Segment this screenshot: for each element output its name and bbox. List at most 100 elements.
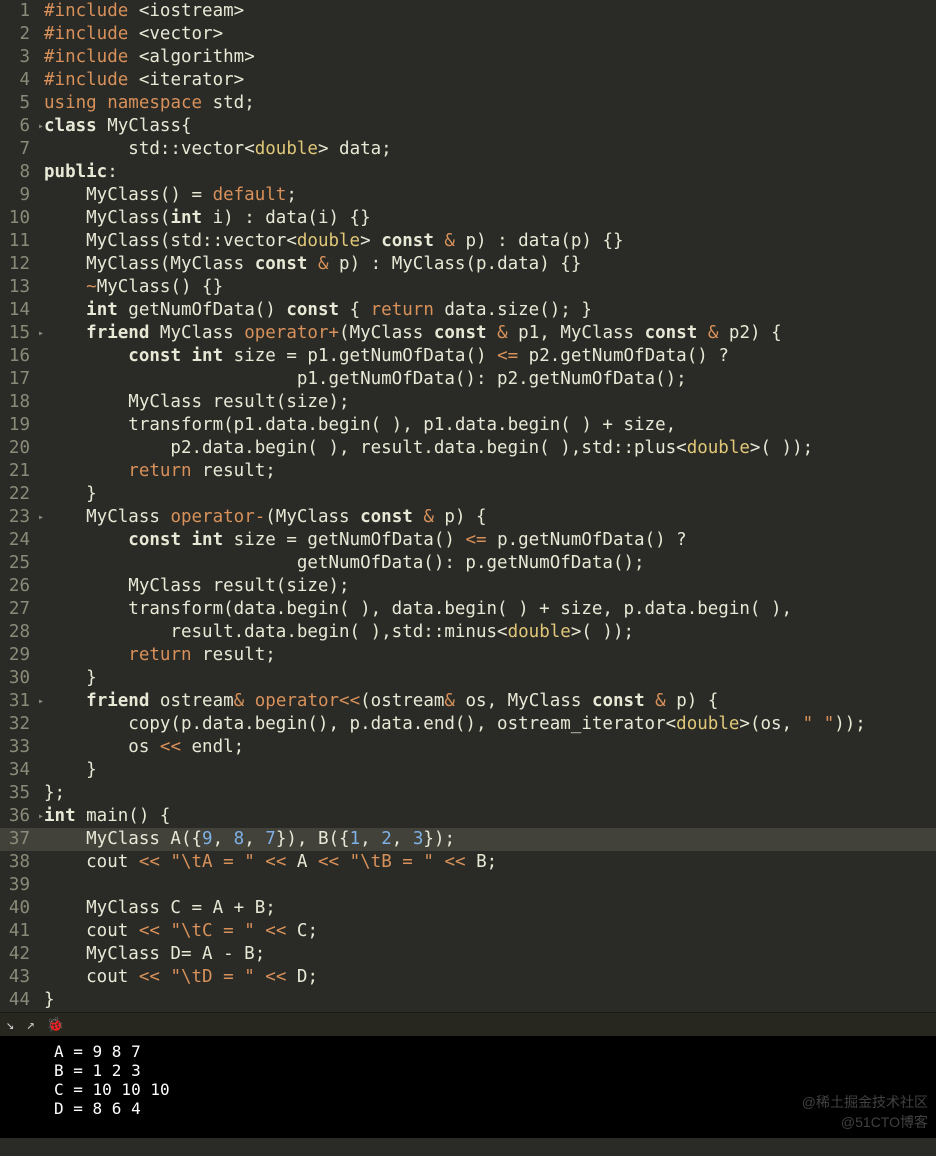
code-line[interactable]: 5using namespace std; xyxy=(0,92,936,115)
code-line[interactable]: 3#include <algorithm> xyxy=(0,46,936,69)
code-line[interactable]: 10 MyClass(int i) : data(i) {} xyxy=(0,207,936,230)
code-line[interactable]: 28 result.data.begin( ),std::minus<doubl… xyxy=(0,621,936,644)
code-content[interactable]: transform(p1.data.begin( ), p1.data.begi… xyxy=(44,414,936,437)
code-line[interactable]: 7 std::vector<double> data; xyxy=(0,138,936,161)
code-line[interactable]: 36▸int main() { xyxy=(0,805,936,828)
code-content[interactable]: } xyxy=(44,483,936,506)
code-line[interactable]: 27 transform(data.begin( ), data.begin( … xyxy=(0,598,936,621)
line-number: 28 xyxy=(0,621,38,644)
code-content[interactable]: MyClass operator-(MyClass const & p) { xyxy=(44,506,936,529)
code-content[interactable] xyxy=(44,874,936,897)
code-content[interactable]: cout << "\tD = " << D; xyxy=(44,966,936,989)
code-line[interactable]: 22 } xyxy=(0,483,936,506)
code-content[interactable]: friend MyClass operator+(MyClass const &… xyxy=(44,322,936,345)
line-number: 4 xyxy=(0,69,38,92)
code-content[interactable]: MyClass result(size); xyxy=(44,575,936,598)
line-number: 30 xyxy=(0,667,38,690)
code-content[interactable]: result.data.begin( ),std::minus<double>(… xyxy=(44,621,936,644)
code-content[interactable]: class MyClass{ xyxy=(44,115,936,138)
collapse-icon[interactable]: ↘ xyxy=(6,1017,14,1033)
code-line[interactable]: 33 os << endl; xyxy=(0,736,936,759)
code-line[interactable]: 18 MyClass result(size); xyxy=(0,391,936,414)
code-content[interactable]: MyClass result(size); xyxy=(44,391,936,414)
code-line[interactable]: 14 int getNumOfData() const { return dat… xyxy=(0,299,936,322)
code-line[interactable]: 21 return result; xyxy=(0,460,936,483)
code-content[interactable]: return result; xyxy=(44,460,936,483)
code-content[interactable]: transform(data.begin( ), data.begin( ) +… xyxy=(44,598,936,621)
code-content[interactable]: MyClass(MyClass const & p) : MyClass(p.d… xyxy=(44,253,936,276)
code-line[interactable]: 25 getNumOfData(): p.getNumOfData(); xyxy=(0,552,936,575)
line-number: 37 xyxy=(0,828,38,851)
code-content[interactable]: copy(p.data.begin(), p.data.end(), ostre… xyxy=(44,713,936,736)
code-editor[interactable]: 1#include <iostream>2 #include <vector>3#… xyxy=(0,0,936,1012)
code-content[interactable]: p1.getNumOfData(): p2.getNumOfData(); xyxy=(44,368,936,391)
code-line[interactable]: 35}; xyxy=(0,782,936,805)
code-content[interactable]: using namespace std; xyxy=(44,92,936,115)
code-content[interactable]: p2.data.begin( ), result.data.begin( ),s… xyxy=(44,437,936,460)
code-line[interactable]: 11 MyClass(std::vector<double> const & p… xyxy=(0,230,936,253)
code-content[interactable]: MyClass A({9, 8, 7}), B({1, 2, 3}); xyxy=(44,828,936,851)
code-content[interactable]: friend ostream& operator<<(ostream& os, … xyxy=(44,690,936,713)
code-line[interactable]: 19 transform(p1.data.begin( ), p1.data.b… xyxy=(0,414,936,437)
code-line[interactable]: 43 cout << "\tD = " << D; xyxy=(0,966,936,989)
code-content[interactable]: } xyxy=(44,989,936,1012)
code-line[interactable]: 26 MyClass result(size); xyxy=(0,575,936,598)
code-line[interactable]: 31▸ friend ostream& operator<<(ostream& … xyxy=(0,690,936,713)
code-line[interactable]: 20 p2.data.begin( ), result.data.begin( … xyxy=(0,437,936,460)
code-line[interactable]: 30 } xyxy=(0,667,936,690)
code-line[interactable]: 40 MyClass C = A + B; xyxy=(0,897,936,920)
code-content[interactable]: }; xyxy=(44,782,936,805)
code-line[interactable]: 23▸ MyClass operator-(MyClass const & p)… xyxy=(0,506,936,529)
bug-icon[interactable]: 🐞 xyxy=(47,1017,64,1033)
code-content[interactable]: } xyxy=(44,667,936,690)
code-line[interactable]: 38 cout << "\tA = " << A << "\tB = " << … xyxy=(0,851,936,874)
code-content[interactable]: #include <iterator> xyxy=(44,69,936,92)
code-line[interactable]: 39 xyxy=(0,874,936,897)
code-line[interactable]: 16 const int size = p1.getNumOfData() <=… xyxy=(0,345,936,368)
code-line[interactable]: 2 #include <vector> xyxy=(0,23,936,46)
code-content[interactable]: public: xyxy=(44,161,936,184)
code-content[interactable]: MyClass() = default; xyxy=(44,184,936,207)
console-line: C = 10 10 10 xyxy=(0,1080,936,1099)
code-line[interactable]: 15▸ friend MyClass operator+(MyClass con… xyxy=(0,322,936,345)
code-content[interactable]: const int size = getNumOfData() <= p.get… xyxy=(44,529,936,552)
code-content[interactable]: const int size = p1.getNumOfData() <= p2… xyxy=(44,345,936,368)
code-line[interactable]: 44} xyxy=(0,989,936,1012)
code-line[interactable]: 13 ~MyClass() {} xyxy=(0,276,936,299)
code-content[interactable]: #include <vector> xyxy=(44,23,936,46)
code-line[interactable]: 24 const int size = getNumOfData() <= p.… xyxy=(0,529,936,552)
code-line[interactable]: 41 cout << "\tC = " << C; xyxy=(0,920,936,943)
code-content[interactable]: MyClass(std::vector<double> const & p) :… xyxy=(44,230,936,253)
code-line[interactable]: 34 } xyxy=(0,759,936,782)
code-content[interactable]: #include <iostream> xyxy=(44,0,936,23)
line-number: 23 xyxy=(0,506,38,529)
code-line[interactable]: 8public: xyxy=(0,161,936,184)
code-content[interactable]: MyClass(int i) : data(i) {} xyxy=(44,207,936,230)
code-line[interactable]: 42 MyClass D= A - B; xyxy=(0,943,936,966)
code-line[interactable]: 29 return result; xyxy=(0,644,936,667)
code-content[interactable]: cout << "\tA = " << A << "\tB = " << B; xyxy=(44,851,936,874)
code-line[interactable]: 1#include <iostream> xyxy=(0,0,936,23)
code-line[interactable]: 37 MyClass A({9, 8, 7}), B({1, 2, 3}); xyxy=(0,828,936,851)
code-content[interactable]: cout << "\tC = " << C; xyxy=(44,920,936,943)
code-line[interactable]: 32 copy(p.data.begin(), p.data.end(), os… xyxy=(0,713,936,736)
code-content[interactable]: MyClass C = A + B; xyxy=(44,897,936,920)
code-content[interactable]: int main() { xyxy=(44,805,936,828)
code-content[interactable]: } xyxy=(44,759,936,782)
code-line[interactable]: 4 #include <iterator> xyxy=(0,69,936,92)
code-content[interactable]: std::vector<double> data; xyxy=(44,138,936,161)
code-line[interactable]: 17 p1.getNumOfData(): p2.getNumOfData(); xyxy=(0,368,936,391)
line-number: 38 xyxy=(0,851,38,874)
code-content[interactable]: MyClass D= A - B; xyxy=(44,943,936,966)
code-line[interactable]: 12 MyClass(MyClass const & p) : MyClass(… xyxy=(0,253,936,276)
code-line[interactable]: 6▸class MyClass{ xyxy=(0,115,936,138)
code-content[interactable]: int getNumOfData() const { return data.s… xyxy=(44,299,936,322)
line-number: 2 xyxy=(0,23,38,46)
expand-icon[interactable]: ↗ xyxy=(26,1017,34,1033)
code-content[interactable]: ~MyClass() {} xyxy=(44,276,936,299)
code-content[interactable]: getNumOfData(): p.getNumOfData(); xyxy=(44,552,936,575)
code-content[interactable]: return result; xyxy=(44,644,936,667)
code-content[interactable]: #include <algorithm> xyxy=(44,46,936,69)
code-content[interactable]: os << endl; xyxy=(44,736,936,759)
code-line[interactable]: 9 MyClass() = default; xyxy=(0,184,936,207)
